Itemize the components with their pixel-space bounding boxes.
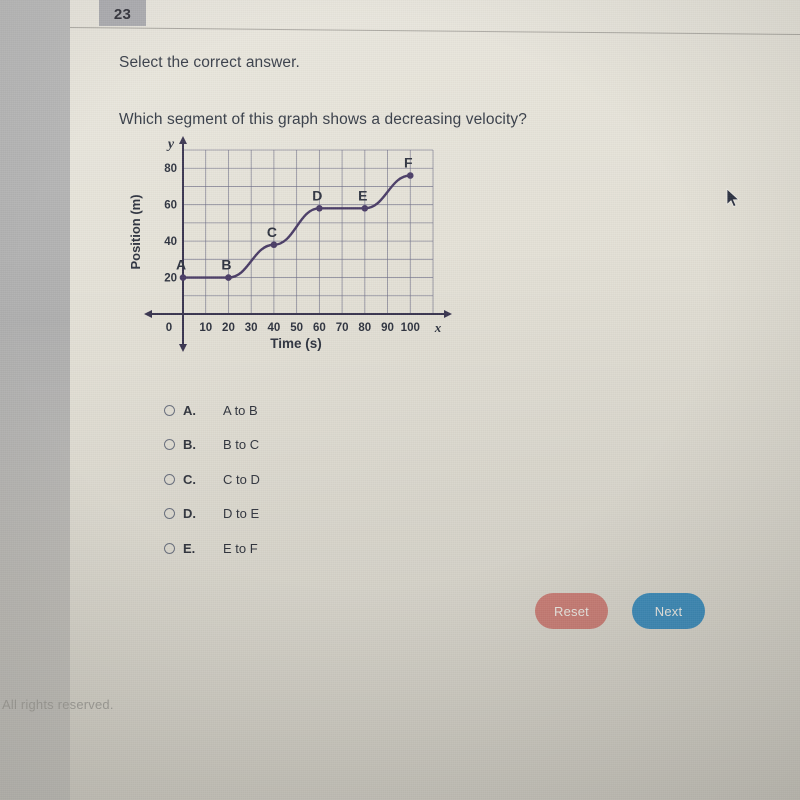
svg-text:20: 20 <box>222 322 235 334</box>
option-text-e: E to F <box>223 540 258 556</box>
question-text: Which segment of this graph shows a decr… <box>119 111 527 128</box>
svg-text:E: E <box>358 187 367 203</box>
svg-text:D: D <box>312 187 322 203</box>
screen-photo: 23 Select the correct answer. Which segm… <box>0 0 800 800</box>
option-letter-b: B. <box>183 437 196 453</box>
answer-options-list: A. A to B B. B to C C. C to D D. D to E … <box>164 393 260 566</box>
svg-text:10: 10 <box>199 322 212 334</box>
option-text-b: B to C <box>223 437 260 453</box>
reset-button[interactable]: Reset <box>535 593 608 629</box>
option-row-a[interactable]: A. A to B <box>164 393 260 428</box>
y-axis-variable: y <box>166 137 175 152</box>
svg-text:90: 90 <box>381 322 394 334</box>
position-time-graph: 20 40 60 80 10 20 30 40 50 60 70 80 90 100 A B C D E F Po… <box>126 136 466 364</box>
question-number-tab[interactable]: 23 <box>99 0 146 26</box>
svg-text:20: 20 <box>164 273 177 285</box>
radio-icon-e[interactable] <box>164 542 175 554</box>
question-number-label: 23 <box>113 6 132 23</box>
radio-icon-b[interactable] <box>164 439 175 451</box>
x-axis-variable: x <box>434 320 442 335</box>
svg-text:A: A <box>176 257 186 273</box>
svg-text:70: 70 <box>336 322 349 334</box>
instruction-text: Select the correct answer. <box>119 54 300 71</box>
next-button[interactable]: Next <box>632 593 705 629</box>
svg-text:C: C <box>267 224 277 240</box>
option-letter-e: E. <box>183 540 196 556</box>
svg-text:40: 40 <box>268 322 281 334</box>
left-gutter <box>0 0 70 800</box>
option-row-c[interactable]: C. C to D <box>164 462 260 497</box>
option-letter-a: A. <box>183 402 196 418</box>
action-buttons: Reset Next <box>535 593 705 629</box>
origin-label: 0 <box>166 322 172 334</box>
option-text-d: D to E <box>223 506 260 522</box>
x-tick-labels: 10 20 30 40 50 60 70 80 90 100 <box>199 322 420 334</box>
option-letter-d: D. <box>183 506 196 522</box>
option-letter-c: C. <box>183 471 196 487</box>
y-axis-title: Position (m) <box>128 194 143 269</box>
radio-icon-c[interactable] <box>164 473 175 485</box>
option-row-d[interactable]: D. D to E <box>164 497 260 532</box>
option-text-a: A to B <box>223 402 258 418</box>
svg-text:80: 80 <box>164 163 177 175</box>
svg-text:60: 60 <box>164 200 177 212</box>
radio-icon-a[interactable] <box>164 404 175 416</box>
data-point-labels: A B C D E F <box>176 155 413 273</box>
svg-text:30: 30 <box>245 322 258 334</box>
svg-text:100: 100 <box>401 322 420 334</box>
radio-icon-d[interactable] <box>164 508 175 520</box>
option-text-c: C to D <box>223 471 260 487</box>
graph-svg: 20 40 60 80 10 20 30 40 50 60 70 80 90 100 A B C D E F Po… <box>128 136 452 352</box>
svg-text:B: B <box>221 257 231 273</box>
mouse-cursor-icon <box>726 188 742 210</box>
svg-text:50: 50 <box>290 322 303 334</box>
copyright-text: All rights reserved. <box>2 697 114 712</box>
x-axis-title: Time (s) <box>270 336 322 351</box>
grid-lines <box>182 149 434 315</box>
option-row-b[interactable]: B. B to C <box>164 428 260 463</box>
svg-text:40: 40 <box>164 236 177 248</box>
svg-text:60: 60 <box>313 322 326 334</box>
svg-text:F: F <box>404 155 413 171</box>
option-row-e[interactable]: E. E to F <box>164 531 260 566</box>
svg-text:80: 80 <box>358 322 371 334</box>
